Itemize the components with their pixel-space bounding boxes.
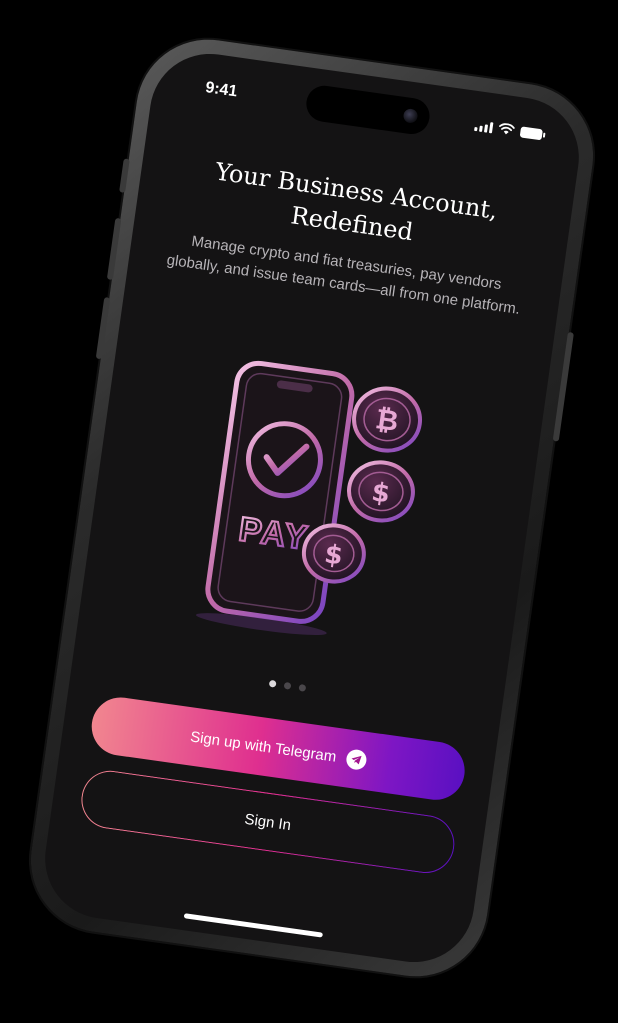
page-dot[interactable]: [297, 683, 306, 692]
bitcoin-coin-icon: ₿: [352, 386, 422, 453]
phone-pay-icon: [205, 360, 355, 624]
camera-icon: [402, 107, 419, 124]
phone-mockup: 9:41 Your Business Account, Redefined Ma…: [21, 30, 603, 986]
mute-switch: [119, 158, 130, 193]
signup-label: Sign up with Telegram: [189, 727, 338, 766]
volume-down-button: [95, 297, 111, 360]
status-time: 9:41: [204, 79, 239, 101]
wifi-icon: [499, 123, 515, 135]
dollar-coin-icon: $: [347, 460, 415, 523]
volume-up-button: [106, 217, 122, 281]
page-dot[interactable]: [283, 681, 291, 690]
dynamic-island: [304, 83, 432, 137]
home-indicator[interactable]: [183, 913, 324, 938]
signin-label: Sign In: [243, 810, 293, 834]
svg-text:₿: ₿: [373, 402, 400, 438]
signal-icon: [474, 119, 494, 133]
telegram-icon: [344, 748, 368, 771]
page-dot-active[interactable]: [268, 679, 277, 688]
payment-illustration: PAY ₿ $ $: [195, 360, 422, 636]
power-button: [552, 331, 574, 442]
status-icons: [474, 119, 544, 140]
battery-icon: [519, 125, 544, 140]
status-bar: 9:41: [150, 46, 586, 166]
